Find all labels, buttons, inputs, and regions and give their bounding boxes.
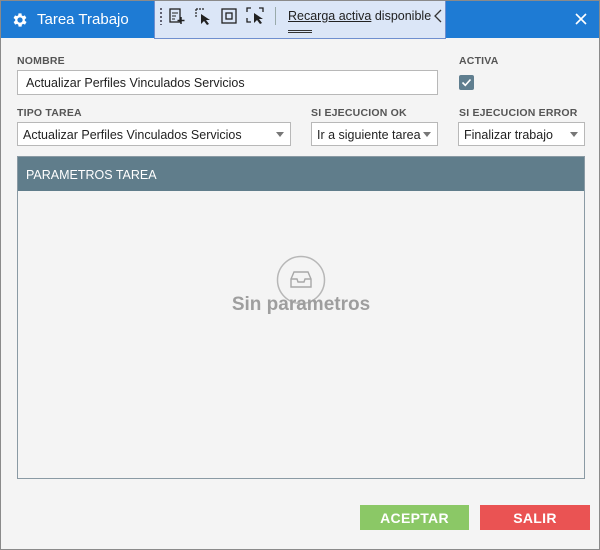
- chevron-down-icon: [276, 132, 284, 137]
- activa-label: ACTIVA: [459, 55, 499, 67]
- aceptar-button[interactable]: ACEPTAR: [360, 505, 469, 530]
- si-ejecucion-error-select[interactable]: Finalizar trabajo: [458, 122, 585, 146]
- window-title: Tarea Trabajo: [37, 11, 129, 28]
- select-element-icon[interactable]: [193, 6, 213, 26]
- nombre-label: NOMBRE: [17, 55, 65, 67]
- empty-state-text: Sin parametros: [231, 294, 371, 315]
- checkmark-icon: [461, 78, 472, 87]
- display-layout-adorners-icon[interactable]: [219, 6, 239, 26]
- add-visual-tree-icon[interactable]: [167, 6, 187, 26]
- hot-reload-suffix: disponible: [371, 9, 432, 23]
- tipo-tarea-label: TIPO TAREA: [17, 107, 82, 119]
- si-ejecucion-error-label: SI EJECUCION ERROR: [459, 107, 578, 119]
- si-ejecucion-ok-select[interactable]: Ir a siguiente tarea: [311, 122, 438, 146]
- track-focused-element-icon[interactable]: [245, 6, 265, 26]
- task-dialog: Tarea Trabajo Recarga activa disponible: [0, 0, 600, 550]
- si-ejecucion-error-value: Finalizar trabajo: [464, 128, 553, 142]
- parametros-panel: PARAMETROS TAREA Sin parametros: [17, 156, 585, 479]
- gear-icon: [13, 13, 27, 27]
- si-ejecucion-ok-label: SI EJECUCION OK: [311, 107, 407, 119]
- chevron-left-icon[interactable]: [433, 9, 443, 23]
- si-ejecucion-ok-value: Ir a siguiente tarea: [317, 128, 421, 142]
- tipo-tarea-select[interactable]: Actualizar Perfiles Vinculados Servicios: [17, 122, 291, 146]
- toolbar-drag-handle[interactable]: [288, 30, 312, 33]
- tipo-tarea-value: Actualizar Perfiles Vinculados Servicios: [23, 128, 242, 142]
- close-icon[interactable]: [571, 9, 591, 29]
- hot-reload-link[interactable]: Recarga activa: [288, 9, 371, 23]
- xaml-debug-toolbar: Recarga activa disponible: [154, 1, 446, 39]
- chevron-down-icon: [570, 132, 578, 137]
- toolbar-grip[interactable]: [159, 7, 163, 25]
- toolbar-separator: [275, 7, 276, 25]
- chevron-down-icon: [423, 132, 431, 137]
- parametros-header: PARAMETROS TAREA: [18, 157, 584, 191]
- salir-button[interactable]: SALIR: [480, 505, 590, 530]
- activa-checkbox[interactable]: [459, 75, 474, 90]
- hot-reload-status: Recarga activa disponible: [288, 9, 431, 23]
- nombre-field[interactable]: Actualizar Perfiles Vinculados Servicios: [17, 70, 438, 95]
